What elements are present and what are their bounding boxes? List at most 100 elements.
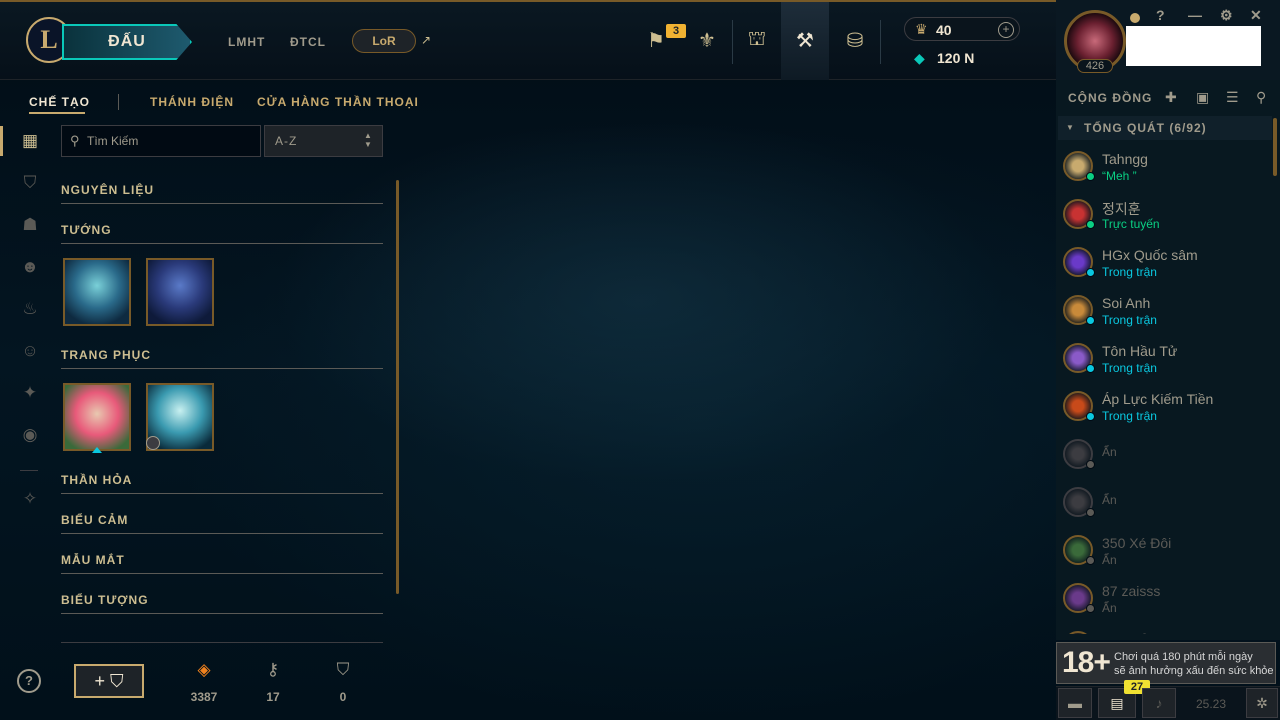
champion-filter-icon[interactable]: ☗ [18, 213, 42, 237]
store-bag-icon[interactable]: ⛫ [737, 22, 777, 58]
external-link-icon: ↗ [421, 33, 432, 47]
lor-button[interactable]: LoR [352, 29, 416, 53]
friend-name: Áp Lực Kiếm Tiền [1102, 391, 1214, 407]
rail-active-indicator [0, 126, 3, 156]
divider [61, 642, 383, 643]
friend-status: “Meh ” [1102, 169, 1137, 183]
coins-icon[interactable]: ⛁ [835, 22, 875, 58]
skin-filter-icon[interactable]: ☻ [18, 255, 42, 279]
social-scrollbar[interactable] [1273, 118, 1277, 176]
tab-mythic-shop[interactable]: CỬA HÀNG THẦN THOẠI [257, 95, 419, 109]
friend-row[interactable]: Áp Lực Kiếm Tiền Trong trận [1056, 384, 1272, 432]
friend-group-header[interactable]: TỔNG QUÁT (6/92) [1058, 116, 1272, 140]
nav-tft[interactable]: ĐTCL [290, 35, 326, 49]
friend-row[interactable]: 87 zaisss Ẩn [1056, 576, 1272, 624]
friend-row[interactable]: Ẩn [1056, 480, 1272, 528]
warning-text: sẽ ảnh hưởng xấu đến sức khỏe [1114, 665, 1274, 677]
social-title: CỘNG ĐỒNG [1068, 91, 1153, 105]
microphone-icon[interactable]: ♪ [1142, 688, 1176, 718]
sort-value: A-Z [275, 134, 298, 148]
close-icon[interactable]: ✕ [1250, 7, 1262, 24]
category-icons[interactable]: BIỂU TƯỢNG [61, 593, 383, 614]
friend-row[interactable]: Tôn Hầu Tử Trong trận [1056, 336, 1272, 384]
divider [732, 20, 733, 64]
category-champions[interactable]: TƯỚNG [61, 223, 383, 244]
friend-status-dot [1086, 316, 1095, 325]
search-icon[interactable]: ⚲ [1256, 89, 1266, 106]
friend-row[interactable]: HGx Quốc sâm Trong trận [1056, 240, 1272, 288]
friend-status-dot [1086, 364, 1095, 373]
category-ward-skins[interactable]: MẪU MẮT [61, 553, 383, 574]
friend-status: Trong trận [1102, 313, 1157, 327]
add-chest-button[interactable]: + ⛉ [74, 664, 144, 698]
chest-filter-icon[interactable]: ⛉ [18, 171, 42, 195]
friend-row[interactable]: Tahngg “Meh ” [1056, 144, 1272, 192]
selected-marker-icon [92, 447, 102, 453]
icon-filter-icon[interactable]: ◉ [18, 423, 42, 447]
chevron-down-icon: ▼ [1066, 123, 1074, 132]
friend-row[interactable]: Ẩn [1056, 432, 1272, 480]
champion-shard[interactable] [63, 258, 131, 326]
nav-lmht[interactable]: LMHT [228, 35, 265, 49]
category-materials[interactable]: NGUYÊN LIỆU [61, 183, 383, 204]
blue-essence-value: 120 N [937, 50, 975, 66]
friend-row[interactable]: Soi Anh Trong trận [1056, 288, 1272, 336]
tab-crafting[interactable]: CHẾ TẠO [29, 95, 90, 109]
loot-icon[interactable]: ⚒ [785, 22, 825, 58]
other-filter-icon[interactable]: ✧ [18, 487, 42, 511]
friend-name: 350 Xé Đôi [1102, 535, 1172, 551]
emote-filter-icon[interactable]: ☺ [18, 339, 42, 363]
summoner-level: 426 [1077, 59, 1113, 73]
sort-arrows-icon: ▲ ▼ [364, 131, 372, 149]
category-skins[interactable]: TRANG PHỤC [61, 348, 383, 369]
key-count: 17 [266, 690, 280, 704]
lor-label: LoR [372, 34, 396, 48]
play-button[interactable]: ĐẤU [62, 24, 192, 60]
divider [20, 470, 38, 471]
orange-essence-icon: ◈ [197, 660, 211, 679]
minimize-icon[interactable]: — [1188, 7, 1202, 23]
friend-status: Trong trận [1102, 361, 1157, 375]
ward-filter-icon[interactable]: ♨ [18, 297, 42, 321]
buy-rp-button[interactable]: + [998, 22, 1014, 38]
friend-status-dot [1086, 508, 1095, 517]
top-gold-border [0, 0, 1056, 2]
chat-icon[interactable]: ▬ [1058, 688, 1092, 718]
active-tab-indicator [29, 112, 85, 114]
add-folder-icon[interactable]: ▣ [1196, 89, 1209, 106]
warning-text: Chơi quá 180 phút mỗi ngày [1114, 651, 1253, 663]
summoner-name-redacted [1126, 26, 1261, 66]
eternals-filter-icon[interactable]: ✦ [18, 381, 42, 405]
friend-status-dot [1086, 220, 1095, 229]
add-friend-icon[interactable]: ✚ [1165, 89, 1177, 106]
help-icon[interactable]: ? [1156, 7, 1165, 23]
online-status-dot[interactable] [1130, 13, 1140, 23]
help-button[interactable]: ? [17, 669, 41, 693]
search-input[interactable] [87, 133, 253, 149]
honor-icon[interactable]: ⚜ [687, 22, 727, 58]
friend-name: 87 zaisss [1102, 583, 1161, 599]
friend-status-dot [1086, 556, 1095, 565]
orange-essence-value: 3387 [190, 690, 218, 704]
category-eternals[interactable]: THẦN HỎA [61, 473, 383, 494]
friend-row[interactable]: Anh Của Năm [1056, 624, 1272, 634]
divider [880, 20, 881, 64]
tab-sanctum[interactable]: THÁNH ĐIỆN [150, 95, 234, 109]
bug-report-icon[interactable]: ✲ [1246, 688, 1278, 718]
champion-shard[interactable] [146, 258, 214, 326]
friend-row[interactable]: 350 Xé Đôi Ẩn [1056, 528, 1272, 576]
friend-status: Trong trận [1102, 409, 1157, 423]
loot-scrollbar[interactable] [396, 180, 399, 594]
friend-row[interactable]: 정지훈 Trực tuyến [1056, 192, 1272, 240]
skin-shard[interactable] [63, 383, 131, 451]
friend-name: Soi Anh [1102, 295, 1151, 311]
friend-status: Ẩn [1102, 601, 1117, 615]
friend-status: Ẩn [1102, 493, 1117, 507]
friend-avatar [1063, 631, 1093, 634]
settings-icon[interactable]: ⚙ [1220, 7, 1233, 24]
all-items-icon[interactable]: ▦ [18, 129, 42, 153]
missions-badge: 3 [666, 24, 686, 38]
list-view-icon[interactable]: ☰ [1226, 89, 1239, 106]
category-emotes[interactable]: BIỂU CẢM [61, 513, 383, 534]
friend-name: Tahngg [1102, 151, 1148, 167]
